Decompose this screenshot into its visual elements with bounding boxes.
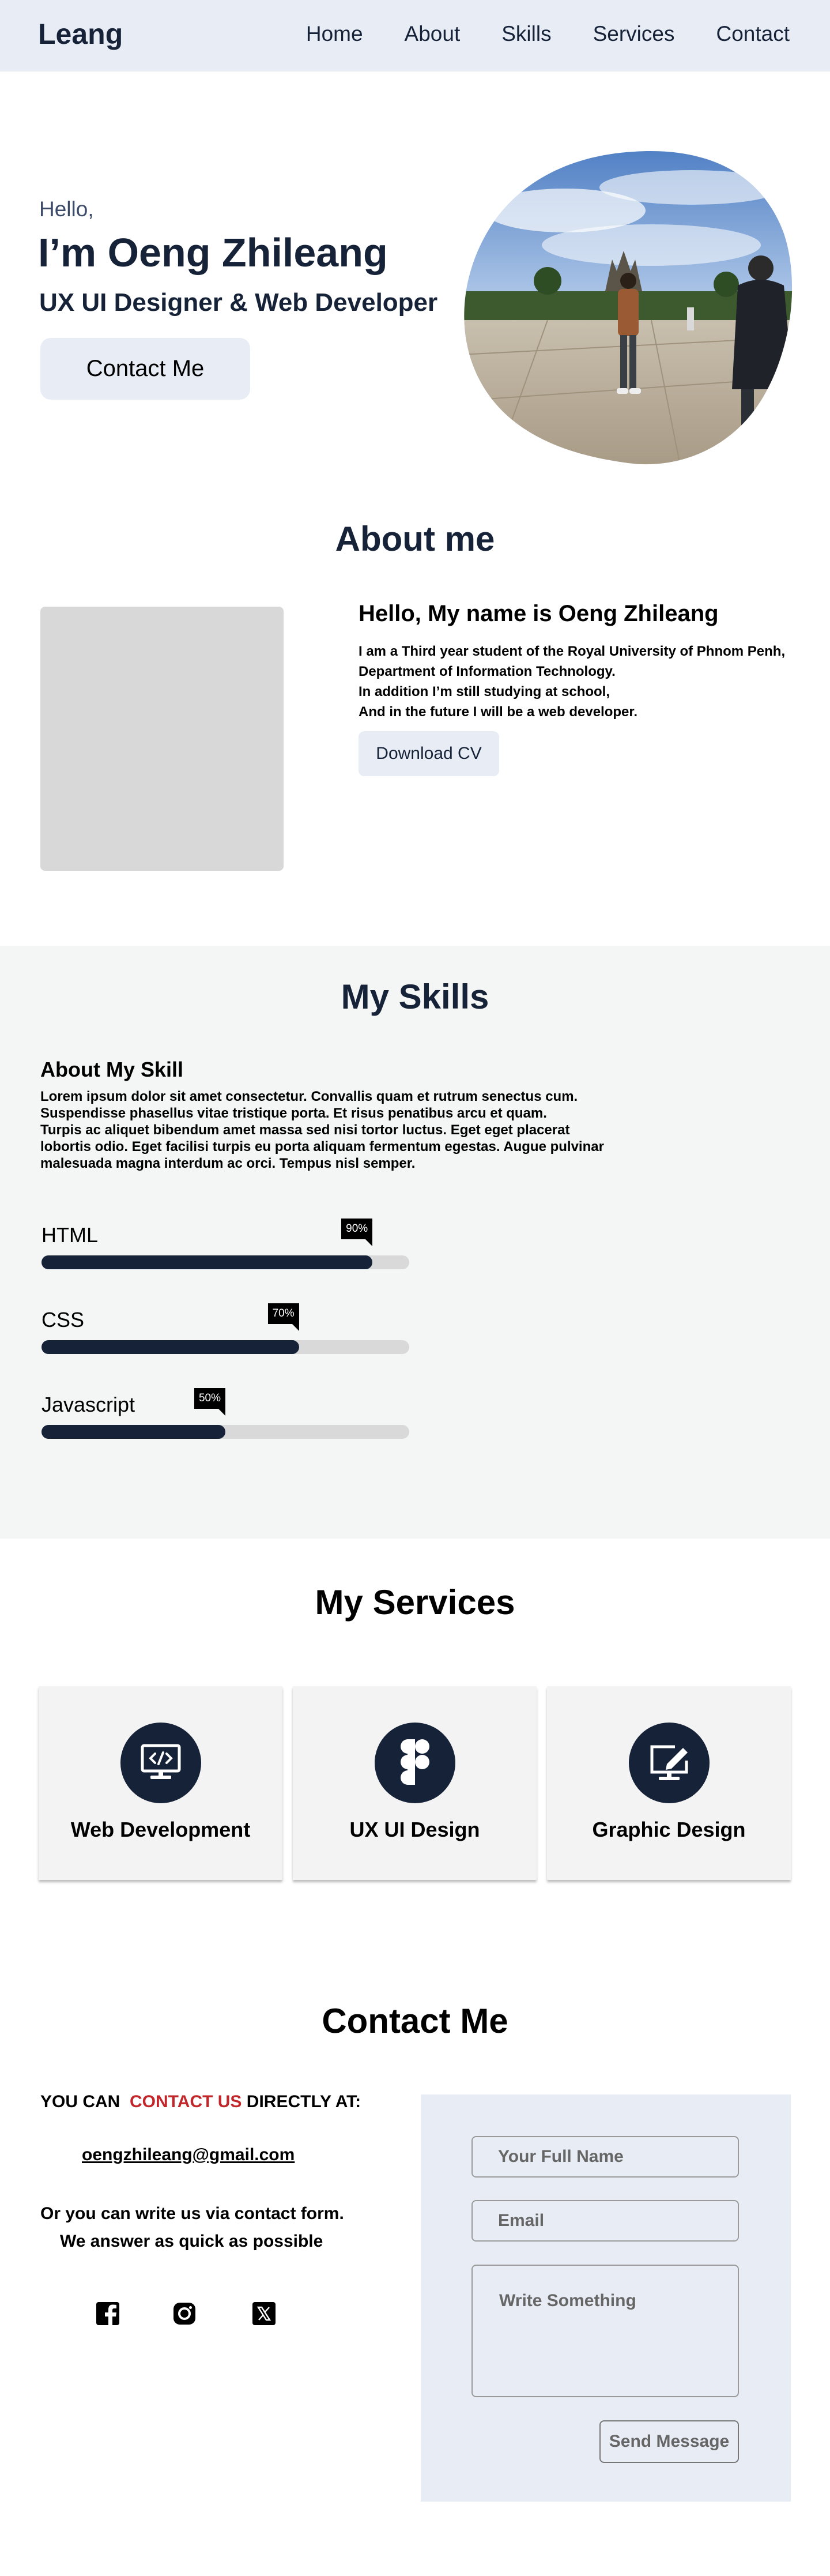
- about-line: Department of Information Technology.: [359, 664, 616, 679]
- skills-title: My Skills: [341, 977, 489, 1016]
- contact-answer-note: We answer as quick as possible: [60, 2232, 323, 2251]
- skills-desc-line: lobortis odio. Eget facilisi turpis eu p…: [40, 1139, 604, 1155]
- top-navbar: Leang Home About Skills Services Contact: [0, 0, 830, 72]
- contact-intro: YOU CAN CONTACT US DIRECTLY AT:: [40, 2092, 361, 2112]
- send-message-button[interactable]: Send Message: [599, 2420, 739, 2463]
- services-title: My Services: [315, 1583, 515, 1622]
- skill-percent-badge: 90%: [341, 1219, 373, 1246]
- skill-percent-badge: 70%: [267, 1303, 299, 1331]
- skill-progress-fill: [42, 1425, 225, 1439]
- about-line: In addition I’m still studying at school…: [359, 684, 610, 700]
- skill-javascript: Javascript 50%: [42, 1388, 409, 1439]
- skills-subtitle: About My Skill: [40, 1058, 184, 1081]
- full-name-input[interactable]: [471, 2136, 739, 2178]
- about-text: I am a Third year student of the Royal U…: [359, 641, 785, 722]
- skill-css: CSS 70%: [42, 1303, 409, 1354]
- figma-icon: [374, 1723, 455, 1803]
- contact-intro-end: DIRECTLY AT:: [246, 2092, 361, 2111]
- facebook-icon[interactable]: [95, 2301, 120, 2326]
- contact-me-button[interactable]: Contact Me: [40, 338, 250, 400]
- design-pen-icon: [628, 1723, 710, 1803]
- about-line: I am a Third year student of the Royal U…: [359, 644, 786, 659]
- skills-desc-line: Turpis ac aliquet bibendum amet massa se…: [40, 1122, 570, 1138]
- skills-desc-line: Lorem ipsum dolor sit amet consectetur. …: [40, 1089, 578, 1104]
- about-line: And in the future I will be a web develo…: [359, 704, 638, 720]
- code-monitor-icon: [120, 1723, 201, 1803]
- skill-name: Javascript: [42, 1393, 135, 1416]
- nav-link-about[interactable]: About: [405, 22, 461, 46]
- skills-desc-line: Suspendisse phasellus vitae tristique po…: [40, 1105, 547, 1121]
- skill-percent-badge: 50%: [194, 1388, 226, 1416]
- service-label: UX UI Design: [349, 1818, 480, 1841]
- skill-progress-track: [42, 1255, 409, 1269]
- contact-intro-highlight: CONTACT US: [130, 2092, 242, 2111]
- download-cv-button[interactable]: Download CV: [359, 731, 499, 776]
- site-logo[interactable]: Leang: [38, 17, 123, 51]
- hero-name: I’m Oeng Zhileang: [38, 230, 388, 275]
- contact-email-link[interactable]: oengzhileang@gmail.com: [82, 2145, 295, 2165]
- skills-desc-line: malesuada magna interdum ac orci. Tempus…: [40, 1156, 416, 1171]
- skill-progress-track: [42, 1340, 409, 1354]
- contact-title: Contact Me: [322, 2002, 508, 2040]
- hero-role: UX UI Designer & Web Developer: [39, 288, 438, 317]
- skill-name: HTML: [42, 1223, 98, 1247]
- skills-description: Lorem ipsum dolor sit amet consectetur. …: [40, 1088, 617, 1172]
- nav-link-skills[interactable]: Skills: [501, 22, 551, 46]
- contact-form-note: Or you can write us via contact form.: [40, 2204, 344, 2223]
- skill-progress-fill: [42, 1255, 373, 1269]
- service-card-ux-ui-design[interactable]: UX UI Design: [293, 1686, 537, 1880]
- about-image-placeholder: [40, 607, 284, 871]
- about-title: About me: [335, 520, 495, 558]
- hero-photo-blob: [464, 151, 793, 465]
- skill-progress-track: [42, 1425, 409, 1439]
- x-twitter-icon[interactable]: [251, 2301, 277, 2326]
- message-textarea[interactable]: [471, 2265, 739, 2397]
- contact-form: Send Message: [421, 2094, 791, 2502]
- skill-progress-fill: [42, 1340, 299, 1354]
- nav-link-services[interactable]: Services: [593, 22, 675, 46]
- skill-name: CSS: [42, 1308, 85, 1332]
- service-label: Web Development: [70, 1818, 251, 1841]
- service-card-web-development[interactable]: Web Development: [39, 1686, 282, 1880]
- email-input[interactable]: [471, 2200, 739, 2242]
- service-label: Graphic Design: [592, 1818, 746, 1841]
- nav-links: Home About Skills Services Contact: [306, 22, 790, 46]
- instagram-icon[interactable]: [172, 2301, 197, 2326]
- about-heading: Hello, My name is Oeng Zhileang: [359, 601, 719, 626]
- nav-link-home[interactable]: Home: [306, 22, 363, 46]
- hero-greeting: Hello,: [39, 197, 94, 221]
- contact-intro-start: YOU CAN: [40, 2092, 120, 2111]
- skill-html: HTML 90%: [42, 1219, 409, 1269]
- service-card-graphic-design[interactable]: Graphic Design: [547, 1686, 791, 1880]
- nav-link-contact[interactable]: Contact: [716, 22, 790, 46]
